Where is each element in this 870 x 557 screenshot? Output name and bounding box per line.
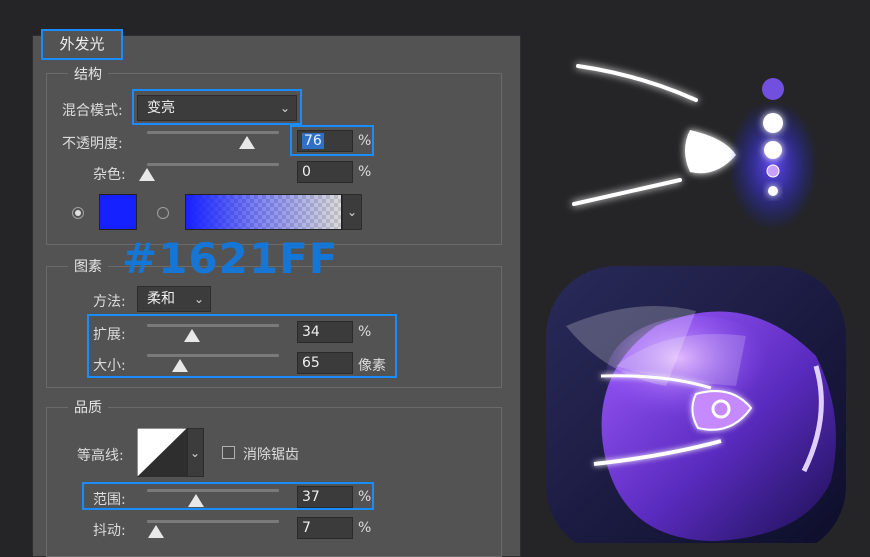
- chevron-down-icon: ⌄: [193, 292, 204, 306]
- elements-group-label: 图素: [68, 256, 108, 276]
- spread-size-highlight: [87, 314, 397, 378]
- antialias-label: 消除锯齿: [243, 447, 299, 463]
- opacity-slider-track[interactable]: [147, 131, 279, 134]
- chevron-down-icon: ⌄: [346, 205, 357, 219]
- technique-select[interactable]: 柔和 ⌄: [137, 286, 211, 312]
- noise-slider-thumb[interactable]: [139, 168, 155, 181]
- chevron-down-icon: ⌄: [189, 446, 200, 460]
- opacity-label: 不透明度:: [62, 136, 123, 152]
- technique-label: 方法:: [93, 294, 126, 310]
- gradient-radio[interactable]: [157, 207, 169, 219]
- jitter-slider-thumb[interactable]: [148, 525, 165, 538]
- gradient-dropdown[interactable]: ⌄: [342, 194, 362, 230]
- noise-unit: %: [358, 164, 372, 180]
- jitter-unit: %: [358, 520, 372, 536]
- noise-input[interactable]: 0: [297, 161, 353, 183]
- glow-color-swatch[interactable]: [99, 194, 137, 230]
- opacity-slider-thumb[interactable]: [239, 136, 256, 149]
- contour-label: 等高线:: [77, 448, 124, 464]
- antialias-checkbox[interactable]: [222, 446, 235, 459]
- blend-mode-highlight: [132, 89, 302, 125]
- solid-color-radio[interactable]: [72, 207, 84, 219]
- technique-value: 柔和: [147, 291, 175, 307]
- contour-preview[interactable]: [137, 428, 187, 477]
- hex-color-annotation: #1621FF: [122, 234, 339, 283]
- contour-dropdown[interactable]: ⌄: [187, 428, 204, 477]
- jitter-input[interactable]: 7: [297, 517, 353, 539]
- jitter-label: 抖动:: [93, 523, 126, 539]
- helmet-app-icon: [546, 266, 846, 543]
- quality-group-label: 品质: [68, 397, 108, 417]
- structure-group-label: 结构: [68, 64, 108, 84]
- range-highlight: [82, 482, 374, 510]
- noise-label: 杂色:: [93, 167, 126, 183]
- jitter-slider-track[interactable]: [147, 520, 279, 523]
- noise-slider-track[interactable]: [147, 163, 279, 166]
- gradient-swatch[interactable]: [185, 194, 342, 230]
- blend-mode-label: 混合模式:: [62, 103, 123, 119]
- opacity-highlight: [290, 125, 374, 156]
- helmet-parts-illustration: [572, 64, 818, 230]
- outer-glow-title: 外发光: [41, 29, 123, 60]
